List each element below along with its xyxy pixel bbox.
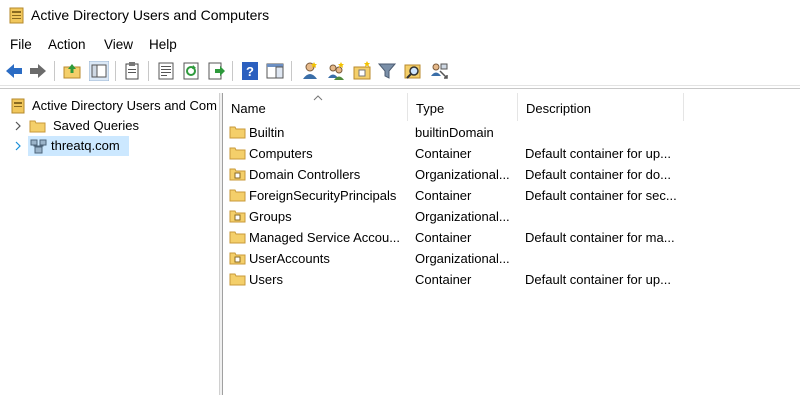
list-row-groups[interactable]: Groups Organizational...	[223, 206, 783, 227]
ou-icon	[229, 210, 246, 223]
action-pane-icon[interactable]	[265, 61, 285, 81]
list-row-computers[interactable]: Computers Container Default container fo…	[223, 143, 783, 164]
refresh-icon[interactable]	[181, 61, 201, 81]
toolbar-separator	[115, 61, 116, 81]
list-row-users[interactable]: Users Container Default container for up…	[223, 269, 783, 290]
toolbar-separator	[232, 61, 233, 81]
toolbar-separator	[148, 61, 149, 81]
menu-action[interactable]: Action	[46, 37, 88, 52]
forward-arrow-icon[interactable]	[28, 61, 48, 81]
up-folder-icon[interactable]	[62, 61, 82, 81]
row-name: Groups	[249, 209, 292, 224]
ou-icon	[229, 168, 246, 181]
tree-root-label: Active Directory Users and Com	[32, 98, 217, 113]
export-list-icon[interactable]	[206, 61, 226, 81]
row-type: Container	[415, 188, 472, 203]
chevron-right-icon[interactable]	[14, 141, 22, 151]
column-header-label: Type	[416, 101, 445, 116]
chevron-right-icon[interactable]	[14, 121, 22, 131]
row-description: Default container for up...	[525, 272, 671, 287]
folder-icon	[229, 126, 246, 139]
menu-help[interactable]: Help	[147, 37, 179, 52]
new-ou-icon[interactable]	[352, 61, 372, 81]
tree-item-label: Saved Queries	[53, 118, 139, 133]
console-tree[interactable]: Active Directory Users and Com Saved Que…	[0, 93, 219, 395]
column-header-description[interactable]: Description	[518, 93, 684, 121]
menu-file[interactable]: File	[8, 37, 34, 52]
show-console-tree-icon[interactable]	[89, 61, 109, 81]
clipboard-icon[interactable]	[122, 61, 142, 81]
toolbar-separator	[54, 61, 55, 81]
row-name: Builtin	[249, 125, 285, 140]
toolbar: ?	[0, 58, 800, 84]
ou-icon	[229, 252, 246, 265]
toolbar-divider	[0, 88, 800, 89]
row-name: UserAccounts	[249, 251, 330, 266]
toolbar-separator	[291, 61, 292, 81]
tree-item-saved-queries[interactable]: Saved Queries	[0, 117, 219, 136]
delegate-icon[interactable]	[429, 61, 449, 81]
tree-item-label: threatq.com	[51, 138, 120, 153]
row-type: Organizational...	[415, 251, 510, 266]
filter-icon[interactable]	[377, 61, 397, 81]
folder-icon	[229, 273, 246, 286]
domain-icon	[30, 139, 47, 154]
tree-item-threatq-com[interactable]: threatq.com	[0, 136, 219, 156]
toolbar-divider	[0, 85, 800, 86]
row-name: Users	[249, 272, 283, 287]
folder-icon	[229, 189, 246, 202]
title-bar[interactable]: Active Directory Users and Computers	[0, 0, 800, 32]
column-header-label: Description	[526, 101, 592, 116]
row-name: Domain Controllers	[249, 167, 361, 182]
row-description: Default container for up...	[525, 146, 671, 161]
folder-icon	[29, 120, 46, 133]
window-title: Active Directory Users and Computers	[31, 7, 270, 23]
list-row-builtin[interactable]: Builtin builtinDomain	[223, 122, 783, 143]
sort-ascending-icon	[313, 95, 323, 101]
row-type: Organizational...	[415, 167, 510, 182]
row-name: Computers	[249, 146, 313, 161]
row-description: Default container for ma...	[525, 230, 675, 245]
row-description: Default container for do...	[525, 167, 671, 182]
menu-view[interactable]: View	[102, 37, 135, 52]
back-arrow-icon[interactable]	[4, 61, 24, 81]
row-type: Container	[415, 146, 472, 161]
properties-icon[interactable]	[156, 61, 176, 81]
row-type: Container	[415, 272, 472, 287]
folder-icon	[229, 231, 246, 244]
list-row-foreignsecurityprincipals[interactable]: ForeignSecurityPrincipals Container Defa…	[223, 185, 783, 206]
row-type: Container	[415, 230, 472, 245]
help-icon[interactable]: ?	[240, 61, 260, 81]
snapin-icon	[11, 98, 25, 114]
new-group-icon[interactable]	[326, 61, 346, 81]
menu-bar: File Action View Help	[0, 34, 800, 56]
row-name: ForeignSecurityPrincipals	[249, 188, 397, 203]
svg-text:?: ?	[246, 64, 254, 79]
find-icon[interactable]	[403, 61, 423, 81]
column-header-label: Name	[231, 101, 266, 116]
new-user-icon[interactable]	[300, 61, 320, 81]
list-row-useraccounts[interactable]: UserAccounts Organizational...	[223, 248, 783, 269]
list-row-domain-controllers[interactable]: Domain Controllers Organizational... Def…	[223, 164, 783, 185]
row-type: builtinDomain	[415, 125, 494, 140]
column-header-name[interactable]: Name	[223, 93, 408, 121]
list-row-managed-service-accounts[interactable]: Managed Service Accou... Container Defau…	[223, 227, 783, 248]
column-header-type[interactable]: Type	[408, 93, 518, 121]
row-name: Managed Service Accou...	[249, 230, 401, 245]
folder-icon	[229, 147, 246, 160]
app-window: Active Directory Users and Computers Fil…	[0, 0, 800, 395]
row-description: Default container for sec...	[525, 188, 677, 203]
details-list[interactable]: Name Type Description Builtin builtinDom…	[223, 93, 800, 395]
tree-root[interactable]: Active Directory Users and Com	[0, 97, 219, 116]
row-type: Organizational...	[415, 209, 510, 224]
app-icon	[9, 7, 24, 24]
